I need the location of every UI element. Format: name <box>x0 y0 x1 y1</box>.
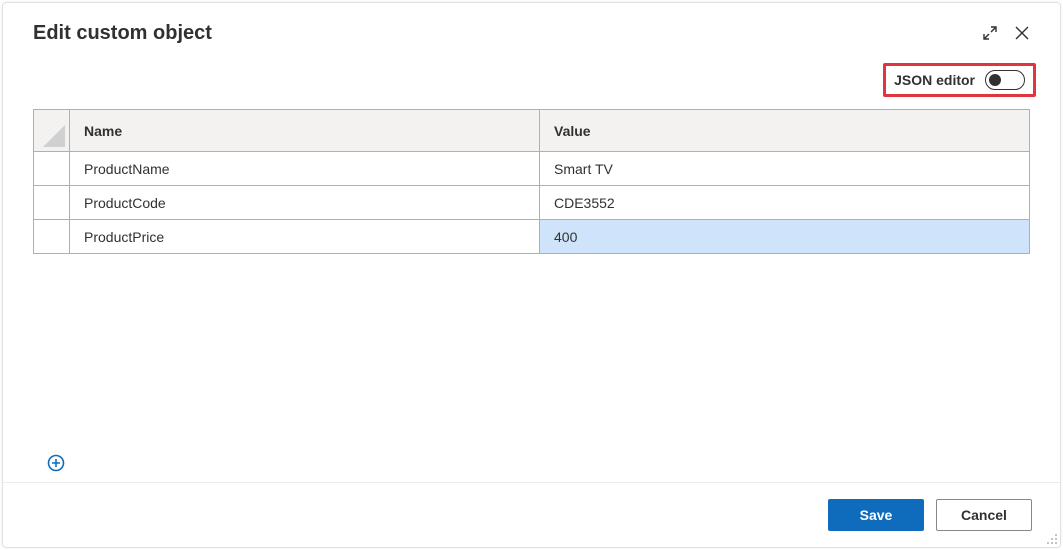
dialog-title: Edit custom object <box>33 22 974 45</box>
expand-icon[interactable] <box>974 17 1006 49</box>
toggle-knob <box>989 74 1001 86</box>
dialog-header: Edit custom object <box>3 3 1060 59</box>
column-header-name[interactable]: Name <box>70 110 540 152</box>
close-icon[interactable] <box>1006 17 1038 49</box>
table-row: ProductPrice 400 <box>34 220 1030 254</box>
dialog-footer: Save Cancel <box>3 482 1060 547</box>
table-row: ProductCode CDE3552 <box>34 186 1030 220</box>
table-header-row: Name Value <box>34 110 1030 152</box>
json-editor-label: JSON editor <box>894 72 975 88</box>
properties-table: Name Value ProductName Smart TV ProductC… <box>33 109 1030 254</box>
select-all-handle[interactable] <box>34 110 70 152</box>
save-button[interactable]: Save <box>828 499 924 531</box>
cancel-button[interactable]: Cancel <box>936 499 1032 531</box>
add-row-icon[interactable] <box>47 454 65 472</box>
resize-handle-icon[interactable] <box>1044 531 1058 545</box>
cell-name[interactable]: ProductCode <box>70 186 540 220</box>
json-editor-highlight: JSON editor <box>883 63 1036 97</box>
cell-name[interactable]: ProductPrice <box>70 220 540 254</box>
cell-value[interactable]: 400 <box>540 220 1030 254</box>
json-editor-toggle[interactable] <box>985 70 1025 90</box>
edit-custom-object-dialog: Edit custom object JSON editor <box>2 2 1061 548</box>
dialog-content: Name Value ProductName Smart TV ProductC… <box>3 109 1060 482</box>
cell-value[interactable]: CDE3552 <box>540 186 1030 220</box>
column-header-value[interactable]: Value <box>540 110 1030 152</box>
row-handle[interactable] <box>34 220 70 254</box>
table-row: ProductName Smart TV <box>34 152 1030 186</box>
cell-name[interactable]: ProductName <box>70 152 540 186</box>
json-editor-row: JSON editor <box>3 59 1060 109</box>
row-handle[interactable] <box>34 152 70 186</box>
cell-value[interactable]: Smart TV <box>540 152 1030 186</box>
row-handle[interactable] <box>34 186 70 220</box>
